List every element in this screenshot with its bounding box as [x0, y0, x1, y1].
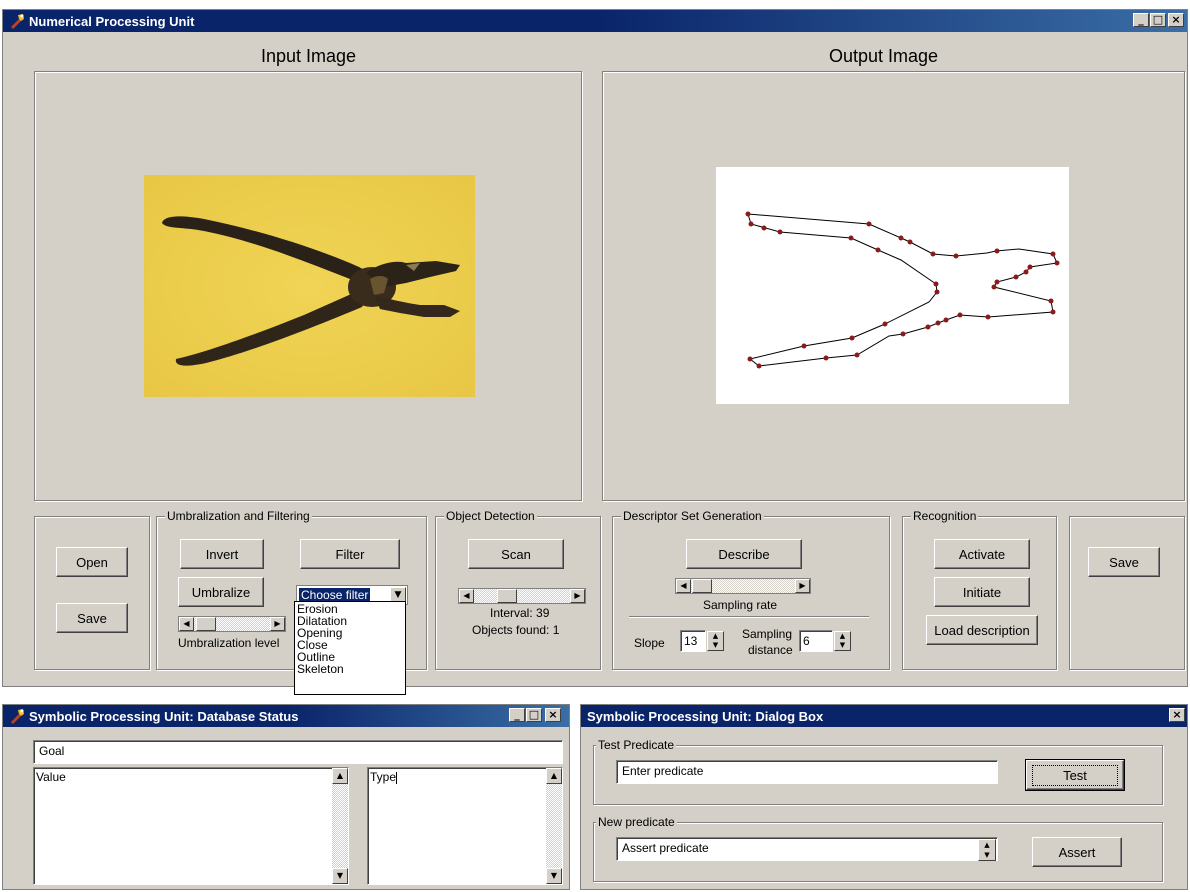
scroll-right-icon[interactable]: ▶ [270, 617, 285, 631]
value-scrollbar[interactable]: ▲ ▼ [332, 768, 348, 884]
sampling-distance-stepper[interactable]: ▲ ▼ [834, 631, 851, 651]
activate-button[interactable]: Activate [934, 539, 1030, 569]
umbralization-group-label: Umbralization and Filtering [165, 509, 312, 523]
distance-label: distance [748, 643, 793, 657]
slider-thumb[interactable] [196, 617, 216, 631]
dialog-title: Symbolic Processing Unit: Dialog Box [587, 708, 824, 724]
scan-button[interactable]: Scan [468, 539, 564, 569]
goal-field[interactable]: Goal [33, 740, 563, 764]
sampling-distance-field[interactable]: 6 [799, 630, 833, 652]
initiate-button[interactable]: Initiate [934, 577, 1030, 607]
object-detection-group-label: Object Detection [444, 509, 537, 523]
recognition-group: Recognition Activate Initiate Load descr… [902, 509, 1057, 670]
text-cursor [396, 771, 398, 784]
assert-predicate-input[interactable]: Assert predicate [616, 837, 998, 861]
file-group: Open Save [34, 516, 150, 670]
object-detection-group: Object Detection Scan ◀ ▶ Interval: 39 O… [435, 509, 601, 670]
new-predicate-group-label: New predicate [596, 815, 677, 829]
load-description-button[interactable]: Load description [926, 615, 1038, 645]
sampling-rate-slider[interactable]: ◀ ▶ [675, 578, 811, 594]
slider-thumb[interactable] [692, 579, 712, 593]
filter-combo-value: Choose filter [299, 588, 371, 602]
descriptor-group: Descriptor Set Generation Describe ◀ ▶ S… [612, 509, 890, 670]
scroll-left-icon[interactable]: ◀ [459, 589, 474, 603]
type-list[interactable]: Type ▲ ▼ [367, 767, 563, 885]
close-button[interactable]: × [1168, 13, 1184, 27]
scroll-right-icon[interactable]: ▶ [570, 589, 585, 603]
main-titlebar[interactable]: Numerical Processing Unit _ □ × [3, 10, 1187, 32]
input-image-caption: Input Image [261, 46, 357, 66]
test-predicate-group: Test Predicate Enter predicate Test [593, 738, 1163, 805]
database-title: Symbolic Processing Unit: Database Statu… [29, 708, 299, 724]
output-save-group: Save [1069, 516, 1185, 670]
slope-label: Slope [634, 636, 665, 650]
output-image-caption: Output Image [829, 46, 939, 66]
scroll-left-icon[interactable]: ◀ [179, 617, 194, 631]
descriptor-group-label: Descriptor Set Generation [621, 509, 764, 523]
filter-option[interactable]: Skeleton [295, 663, 405, 675]
app-icon [11, 709, 24, 724]
umbralization-level-label: Umbralization level [178, 636, 280, 650]
assert-stepper[interactable]: ▲ ▼ [978, 839, 996, 861]
database-titlebar[interactable]: Symbolic Processing Unit: Database Statu… [3, 705, 569, 727]
slider-thumb[interactable] [497, 589, 517, 603]
dialog-titlebar[interactable]: Symbolic Processing Unit: Dialog Box × [581, 705, 1187, 727]
close-button[interactable]: × [1169, 708, 1185, 722]
sampling-rate-label: Sampling rate [703, 598, 778, 612]
scroll-down-icon[interactable]: ▼ [332, 868, 348, 884]
filter-dropdown-list[interactable]: Erosion Dilatation Opening Close Outline… [294, 601, 406, 695]
scroll-down-icon[interactable]: ▼ [546, 868, 562, 884]
input-image-panel [34, 71, 582, 501]
app-icon [11, 14, 24, 29]
input-image [144, 175, 475, 397]
close-button[interactable]: × [545, 708, 561, 722]
filter-button[interactable]: Filter [300, 539, 400, 569]
type-header: Type [370, 770, 397, 784]
umbralize-button[interactable]: Umbralize [178, 577, 264, 607]
test-button[interactable]: Test [1025, 759, 1125, 791]
new-predicate-group: New predicate Assert predicate ▲ ▼ Assert [593, 815, 1163, 882]
minimize-button[interactable]: _ [1133, 13, 1149, 27]
save-button[interactable]: Save [56, 603, 128, 633]
separator [629, 616, 869, 618]
type-scrollbar[interactable]: ▲ ▼ [546, 768, 562, 884]
output-image [716, 167, 1069, 404]
dialog-window: Symbolic Processing Unit: Dialog Box × T… [580, 704, 1188, 890]
maximize-button[interactable]: □ [1150, 13, 1166, 27]
test-predicate-input[interactable]: Enter predicate [616, 760, 998, 784]
interval-text: Interval: 39 [490, 606, 550, 620]
sampling-label: Sampling [742, 627, 793, 641]
open-button[interactable]: Open [56, 547, 128, 577]
main-title: Numerical Processing Unit [29, 13, 195, 29]
save-output-button[interactable]: Save [1088, 547, 1160, 577]
output-image-panel [602, 71, 1185, 501]
database-window: Symbolic Processing Unit: Database Statu… [2, 704, 570, 890]
scroll-left-icon[interactable]: ◀ [676, 579, 691, 593]
scroll-up-icon[interactable]: ▲ [332, 768, 348, 784]
slope-stepper[interactable]: ▲ ▼ [707, 631, 724, 651]
describe-button[interactable]: Describe [686, 539, 802, 569]
slope-field[interactable]: 13 [680, 630, 706, 652]
minimize-button[interactable]: _ [509, 708, 525, 722]
test-predicate-group-label: Test Predicate [596, 738, 677, 752]
main-window: Numerical Processing Unit _ □ × Input Im… [2, 9, 1188, 687]
value-header: Value [36, 770, 66, 784]
interval-slider[interactable]: ◀ ▶ [458, 588, 586, 604]
scroll-up-icon[interactable]: ▲ [546, 768, 562, 784]
objects-found-text: Objects found: 1 [472, 623, 560, 637]
maximize-button[interactable]: □ [526, 708, 542, 722]
scroll-right-icon[interactable]: ▶ [795, 579, 810, 593]
value-list[interactable]: Value ▲ ▼ [33, 767, 349, 885]
test-button-label: Test [1032, 764, 1118, 786]
umbralization-level-slider[interactable]: ◀ ▶ [178, 616, 286, 632]
invert-button[interactable]: Invert [180, 539, 264, 569]
recognition-group-label: Recognition [911, 509, 979, 523]
assert-button[interactable]: Assert [1032, 837, 1122, 867]
